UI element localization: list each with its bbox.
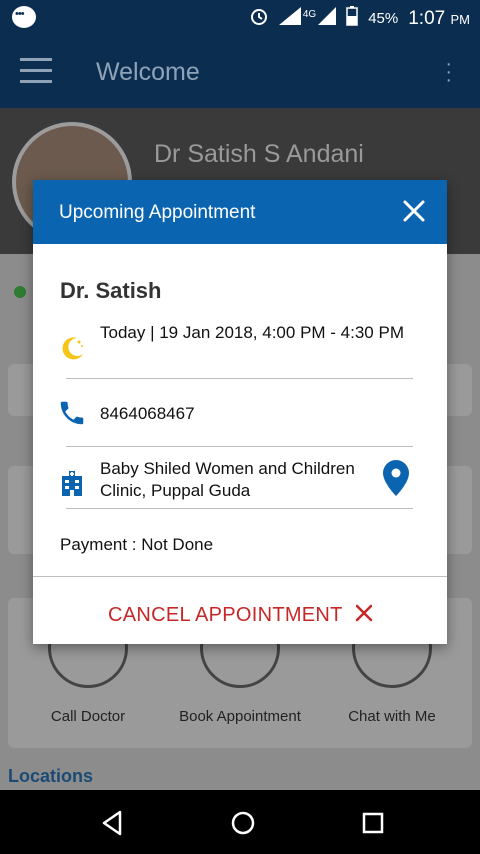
divider bbox=[33, 576, 447, 577]
appointment-doctor-name: Dr. Satish bbox=[60, 278, 162, 303]
quick-action-label: Call Doctor bbox=[50, 708, 126, 725]
recents-icon[interactable] bbox=[358, 808, 388, 838]
dialog-title: Upcoming Appointment bbox=[59, 202, 256, 223]
more-options-icon[interactable]: · · · bbox=[445, 54, 452, 90]
signal-icon-2 bbox=[318, 7, 337, 30]
quick-action-label: Book Appointment bbox=[179, 708, 301, 725]
locations-heading: Locations bbox=[8, 766, 94, 786]
messenger-icon bbox=[12, 6, 36, 28]
cancel-appointment-label: CANCEL APPOINTMENT bbox=[108, 604, 343, 626]
profile-doctor-name: Dr Satish S Andani bbox=[154, 140, 364, 168]
quick-action-label: Chat with Me bbox=[348, 708, 436, 725]
close-icon bbox=[355, 604, 373, 627]
online-indicator bbox=[14, 286, 26, 298]
app-title: Welcome bbox=[96, 58, 200, 86]
appointment-datetime: Today | 19 Jan 2018, 4:00 PM - 4:30 PM bbox=[100, 323, 404, 342]
menu-icon[interactable] bbox=[20, 58, 52, 84]
phone-icon bbox=[57, 398, 87, 433]
location-pin-icon[interactable] bbox=[383, 460, 409, 501]
divider bbox=[66, 446, 413, 447]
dialog-header: Upcoming Appointment bbox=[33, 180, 447, 244]
moon-icon bbox=[57, 332, 87, 367]
cancel-appointment-button[interactable]: CANCEL APPOINTMENT bbox=[108, 604, 373, 627]
divider bbox=[66, 508, 413, 509]
divider bbox=[66, 378, 413, 379]
navigation-bar bbox=[0, 790, 480, 854]
hospital-icon bbox=[57, 468, 87, 503]
close-icon[interactable] bbox=[399, 196, 429, 226]
status-bar: 4G 45% 1:07 PM bbox=[0, 0, 480, 36]
app-bar: Welcome · · · bbox=[0, 36, 480, 108]
appointment-phone[interactable]: 8464068467 bbox=[100, 403, 195, 425]
alarm-icon bbox=[249, 6, 269, 31]
signal-icon bbox=[278, 7, 301, 30]
upcoming-appointment-dialog: Upcoming Appointment Dr. Satish Today | … bbox=[33, 180, 447, 644]
appointment-clinic: Baby Shiled Women and Children Clinic, P… bbox=[100, 459, 355, 500]
clock: 1:07 PM bbox=[408, 7, 470, 29]
battery-level: 45% bbox=[368, 10, 399, 27]
network-type: 4G bbox=[302, 9, 317, 20]
back-icon[interactable] bbox=[98, 808, 128, 838]
payment-status: Payment : Not Done bbox=[60, 535, 214, 554]
home-icon[interactable] bbox=[228, 808, 258, 838]
battery-icon bbox=[346, 6, 358, 31]
